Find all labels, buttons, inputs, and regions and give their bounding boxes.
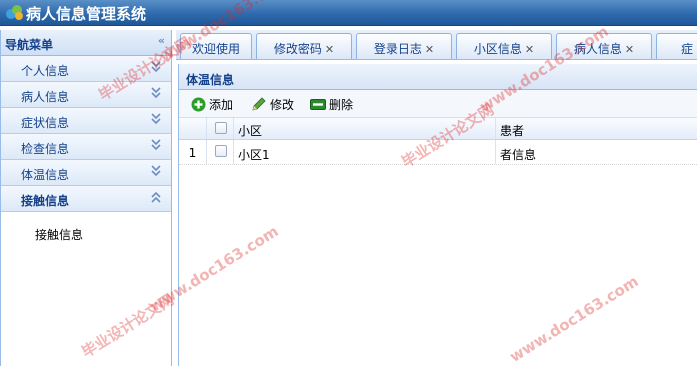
double-chevron-down-icon[interactable]	[150, 138, 162, 152]
main-panel: 体温信息 添加 修改 删除 小区 患者 1 小区1 者信息	[178, 64, 697, 366]
tab-patient-info[interactable]: 病人信息 ✕	[556, 33, 652, 59]
nav-item-label: 检查信息	[21, 142, 70, 156]
double-chevron-down-icon[interactable]	[150, 112, 162, 126]
panel-title: 体温信息	[179, 64, 697, 90]
nav-item-label: 接触信息	[21, 194, 70, 208]
tab-symptom[interactable]: 症	[656, 33, 697, 59]
close-icon[interactable]: ✕	[525, 43, 534, 56]
nav-header-label: 导航菜单	[5, 38, 54, 52]
column-header-patient[interactable]: 患者	[496, 118, 697, 139]
nav-item-temperature[interactable]: 体温信息	[1, 160, 171, 186]
tab-bar: 欢迎使用 修改密码 ✕ 登录日志 ✕ 小区信息 ✕ 病人信息 ✕ 症	[176, 30, 697, 60]
tab-label: 修改密码	[273, 42, 322, 56]
select-all-checkbox[interactable]	[215, 122, 227, 134]
data-grid: 小区 患者 1 小区1 者信息	[179, 118, 697, 165]
add-label: 添加	[209, 98, 234, 112]
close-icon[interactable]: ✕	[425, 43, 434, 56]
app-logo-icon	[6, 5, 23, 20]
nav-header: 导航菜单 «	[1, 30, 171, 56]
plus-icon	[191, 97, 206, 112]
nav-item-label: 体温信息	[21, 168, 70, 182]
row-checkbox-cell	[207, 140, 234, 164]
close-icon[interactable]: ✕	[325, 43, 334, 56]
tab-label: 小区信息	[473, 42, 522, 56]
edit-label: 修改	[270, 98, 295, 112]
nav-item-contact[interactable]: 接触信息	[1, 186, 171, 212]
collapse-icon[interactable]: «	[158, 34, 165, 47]
tab-label: 症	[681, 42, 694, 56]
nav-item-label: 症状信息	[21, 116, 70, 130]
tab-label: 病人信息	[573, 42, 622, 56]
cell-patient: 者信息	[500, 148, 537, 162]
close-icon[interactable]: ✕	[625, 43, 634, 56]
select-all-cell	[207, 118, 234, 139]
nav-item-personal[interactable]: 个人信息	[1, 56, 171, 82]
pencil-icon	[252, 97, 266, 111]
double-chevron-up-icon[interactable]	[150, 190, 162, 204]
delete-button[interactable]: 删除	[310, 96, 353, 113]
nav-item-label: 病人信息	[21, 90, 70, 104]
tab-label: 登录日志	[373, 42, 422, 56]
add-button[interactable]: 添加	[191, 96, 233, 113]
nav-item-label: 个人信息	[21, 64, 70, 78]
grid-header: 小区 患者	[179, 118, 697, 140]
app-title: 病人信息管理系统	[26, 5, 147, 23]
nav-subitem-contact[interactable]: 接触信息	[1, 212, 171, 243]
row-number: 1	[179, 140, 207, 164]
nav-panel: 导航菜单 « 个人信息 病人信息 症状信息 检查信息 体温信息 接触信息 接触信…	[0, 30, 172, 366]
toolbar: 添加 修改 删除	[179, 90, 697, 118]
row-checkbox[interactable]	[215, 145, 227, 157]
tab-label: 欢迎使用	[191, 42, 240, 56]
rownum-header	[179, 118, 207, 139]
double-chevron-down-icon[interactable]	[150, 86, 162, 100]
nav-item-exam[interactable]: 检查信息	[1, 134, 171, 160]
column-header-community[interactable]: 小区	[234, 118, 496, 139]
tab-login-log[interactable]: 登录日志 ✕	[356, 33, 452, 59]
double-chevron-down-icon[interactable]	[150, 60, 162, 74]
cell-community: 小区1	[234, 140, 496, 164]
minus-icon	[310, 99, 326, 110]
tab-community-info[interactable]: 小区信息 ✕	[456, 33, 552, 59]
tab-change-password[interactable]: 修改密码 ✕	[256, 33, 352, 59]
tab-welcome[interactable]: 欢迎使用	[180, 33, 252, 59]
delete-label: 删除	[329, 98, 354, 112]
edit-button[interactable]: 修改	[251, 96, 294, 113]
table-row[interactable]: 1 小区1 者信息	[179, 140, 697, 165]
double-chevron-down-icon[interactable]	[150, 164, 162, 178]
app-header: 病人信息管理系统	[0, 0, 697, 26]
nav-item-symptom[interactable]: 症状信息	[1, 108, 171, 134]
nav-item-patient[interactable]: 病人信息	[1, 82, 171, 108]
